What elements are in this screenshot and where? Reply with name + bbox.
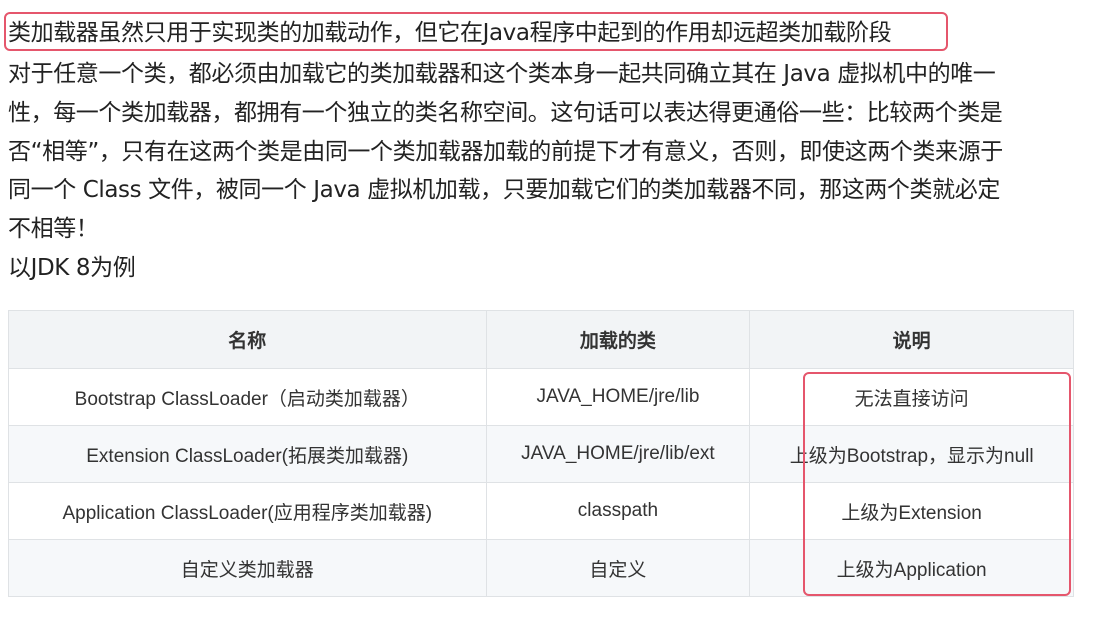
description-column-highlight-box xyxy=(803,372,1071,596)
cell-loaded-classes: classpath xyxy=(485,482,751,540)
header-description: 说明 xyxy=(749,310,1074,369)
cell-loaded-classes: JAVA_HOME/jre/lib xyxy=(485,368,751,426)
body-paragraph: 对于任意一个类，都必须由加载它的类加载器和这个类本身一起共同确立其在 Java … xyxy=(8,55,1078,288)
paragraph-line: 同一个 Class 文件，被同一个 Java 虚拟机加载，只要加载它们的类加载器… xyxy=(8,177,1000,204)
header-name: 名称 xyxy=(8,310,487,369)
cell-loaded-classes: 自定义 xyxy=(485,539,751,597)
cell-name: Bootstrap ClassLoader（启动类加载器） xyxy=(8,368,487,426)
header-loaded-classes: 加载的类 xyxy=(485,310,751,369)
paragraph-line: 否“相等”，只有在这两个类是由同一个类加载器加载的前提下才有意义，否则，即使这两… xyxy=(8,138,1003,165)
paragraph-line: 对于任意一个类，都必须由加载它的类加载器和这个类本身一起共同确立其在 Java … xyxy=(8,61,996,87)
heading-highlight-box xyxy=(4,12,948,51)
cell-name: Application ClassLoader(应用程序类加载器) xyxy=(8,482,487,540)
paragraph-line: 性，每一个类加载器，都拥有一个独立的类名称空间。这句话可以表达得更通俗一些：比较… xyxy=(8,99,1003,126)
cell-name: Extension ClassLoader(拓展类加载器) xyxy=(8,425,487,483)
paragraph-line: 不相等！ xyxy=(8,216,99,243)
table-header-row: 名称 加载的类 说明 xyxy=(8,310,1074,369)
cell-loaded-classes: JAVA_HOME/jre/lib/ext xyxy=(485,425,751,483)
example-line: 以JDK 8为例 xyxy=(8,254,136,281)
cell-name: 自定义类加载器 xyxy=(8,539,487,597)
